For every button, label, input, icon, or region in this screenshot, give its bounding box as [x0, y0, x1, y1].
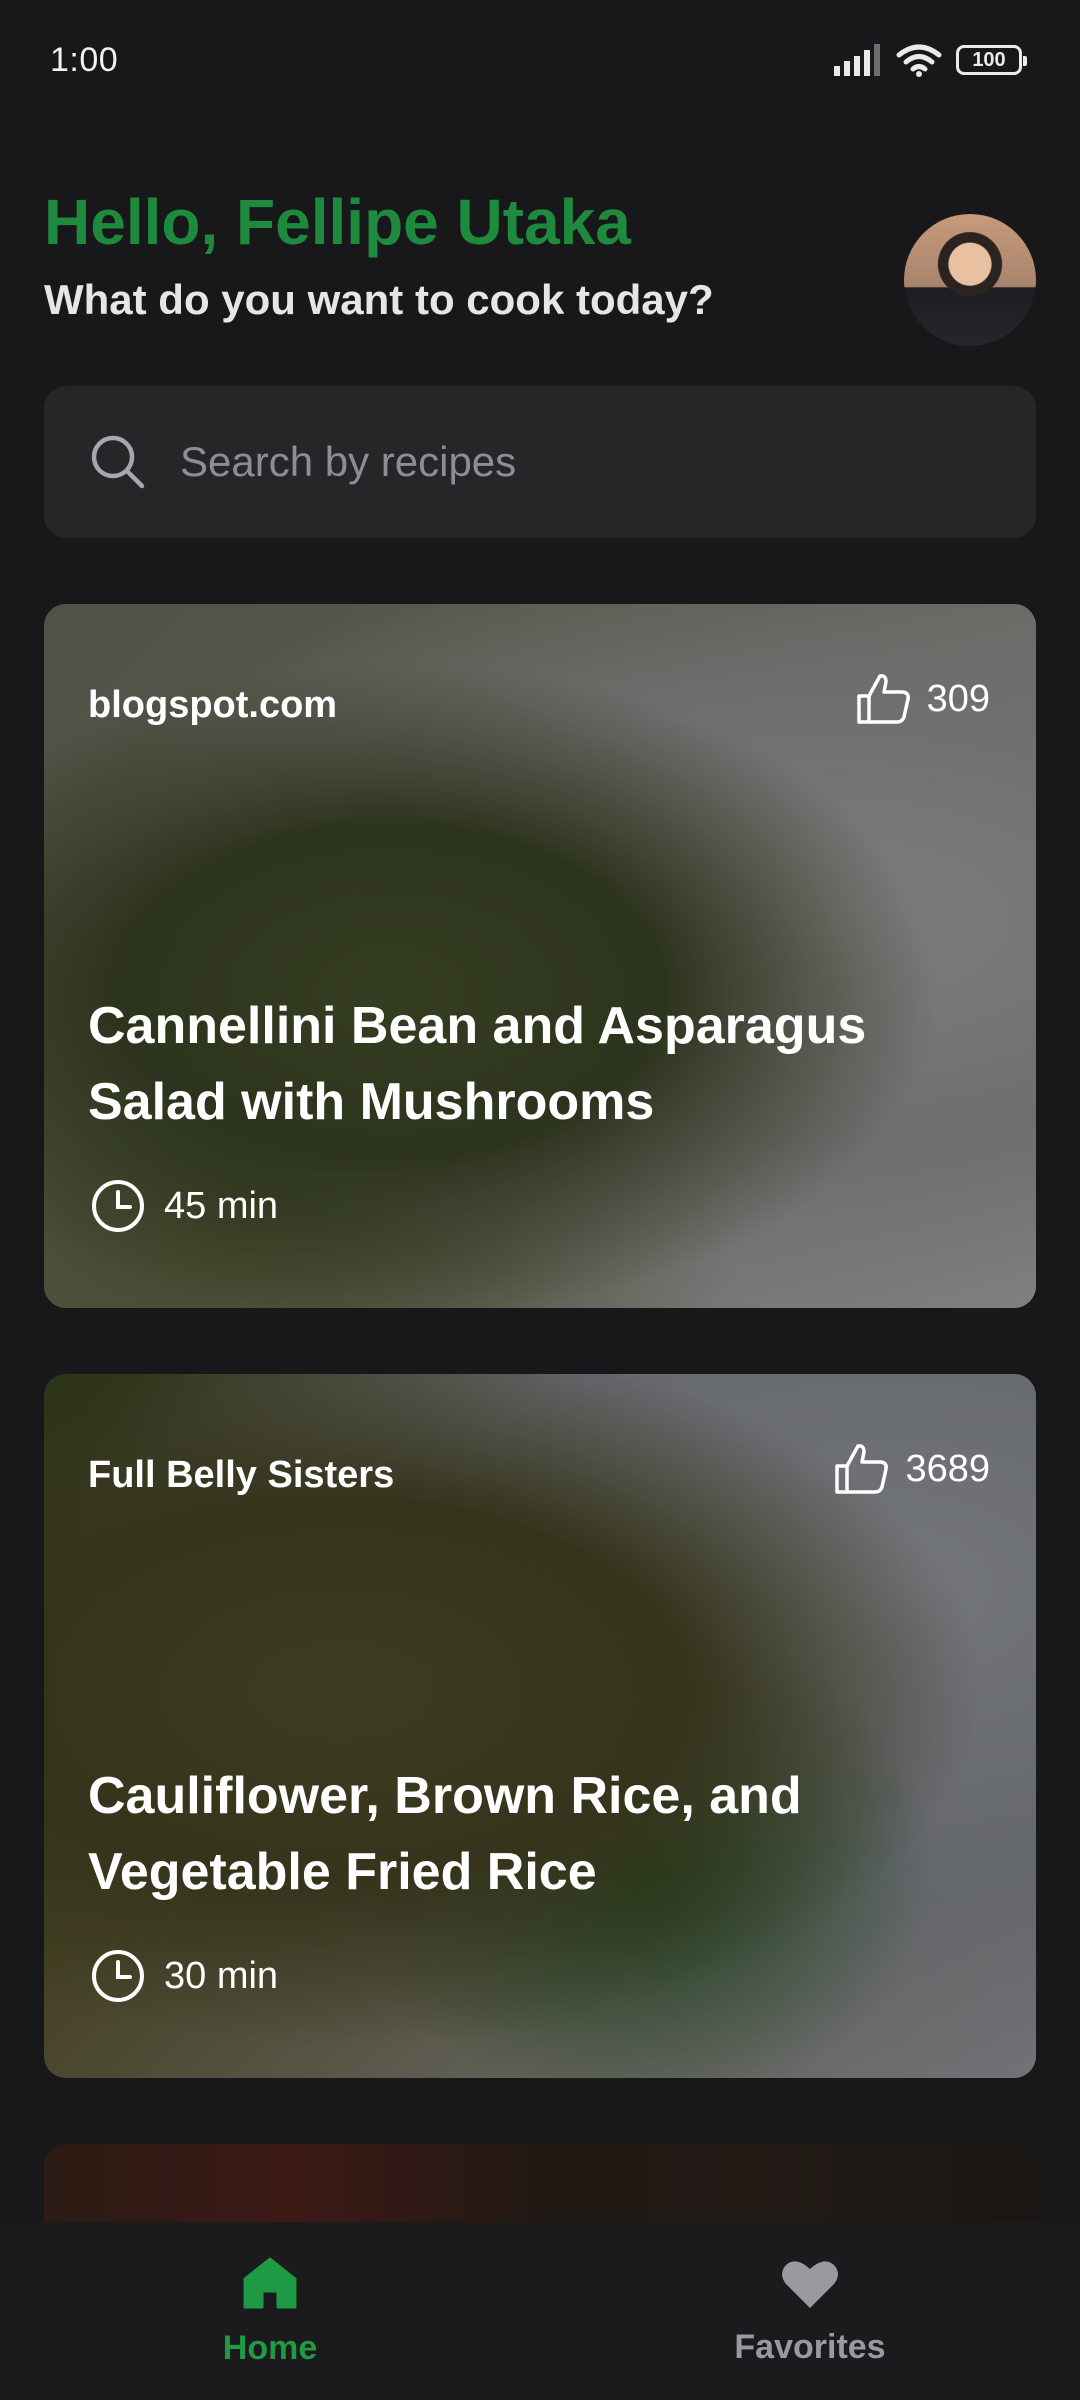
recipe-title: Cauliflower, Brown Rice, and Vegetable F… — [88, 1767, 802, 1901]
battery-icon: 100 — [956, 45, 1027, 75]
recipe-time-text: 30 min — [164, 1954, 279, 1997]
avatar[interactable] — [904, 214, 1036, 346]
thumbs-up-icon — [856, 674, 910, 724]
search-bar[interactable] — [44, 386, 1036, 538]
status-time: 1:00 — [50, 40, 119, 79]
nav-home-label: Home — [222, 2328, 318, 2367]
recipe-card[interactable]: blogspot.com 309 Cannellini Bean and Asp… — [44, 604, 1036, 1308]
recipe-time: 45 min — [90, 1178, 278, 1234]
recipe-title: Cannellini Bean and Asparagus Salad with… — [88, 997, 867, 1131]
search-input[interactable] — [180, 438, 980, 486]
likes-count: 3689 — [905, 1447, 990, 1490]
status-icons: 100 — [834, 43, 1027, 77]
likes[interactable]: 3689 — [833, 1442, 990, 1496]
nav-favorites[interactable]: Favorites — [660, 2256, 960, 2367]
recipe-time-text: 45 min — [164, 1184, 279, 1227]
nav-home[interactable]: Home — [120, 2255, 420, 2368]
recipe-card[interactable]: Full Belly Sisters 3689 Cauliflower, Bro… — [44, 1374, 1036, 2078]
likes-count: 309 — [926, 677, 990, 720]
nav-favorites-label: Favorites — [734, 2327, 886, 2366]
home-icon — [243, 2257, 297, 2308]
heart-icon — [782, 2260, 838, 2308]
signal-icon — [834, 44, 880, 76]
greeting: Hello, Fellipe Utaka What do you want to… — [44, 186, 864, 326]
recipe-time: 30 min — [90, 1948, 278, 2004]
likes[interactable]: 309 — [855, 672, 990, 726]
wifi-icon — [896, 44, 942, 77]
thumbs-up-icon — [835, 1444, 889, 1494]
status-bar: 1:00 100 — [0, 0, 1080, 120]
recipe-source: Full Belly Sisters — [88, 1454, 395, 1496]
clock-icon — [92, 1180, 144, 1232]
search-icon — [91, 435, 145, 489]
battery-level: 100 — [972, 48, 1006, 71]
recipe-source: blogspot.com — [88, 684, 338, 726]
bottom-nav: Home Favorites — [0, 2222, 1080, 2400]
page-subtitle: What do you want to cook today? — [44, 276, 714, 323]
page-title: Hello, Fellipe Utaka — [44, 186, 631, 258]
clock-icon — [92, 1950, 144, 2002]
